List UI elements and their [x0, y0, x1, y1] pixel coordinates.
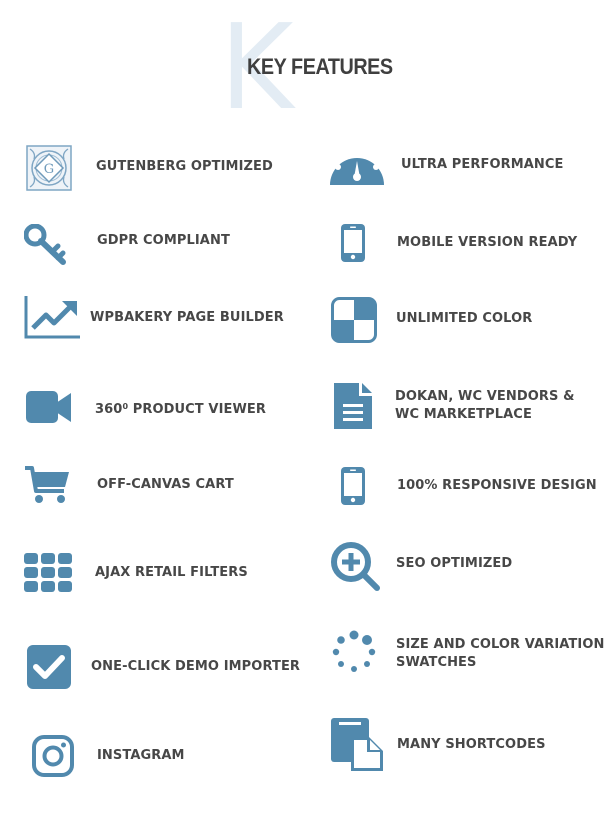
video-camera-icon: [26, 391, 72, 425]
spinner-icon: [331, 630, 377, 678]
feature-label: MOBILE VERSION READY: [397, 235, 578, 250]
feature-label: GDPR COMPLIANT: [97, 233, 230, 248]
label-line-2: WC MARKETPLACE: [395, 407, 532, 422]
feature-label: ULTRA PERFORMANCE: [401, 157, 564, 172]
feature-label: DOKAN, WC VENDORS & WC MARKETPLACE: [395, 388, 575, 424]
feature-label: MANY SHORTCODES: [397, 737, 546, 752]
feature-label: 100% RESPONSIVE DESIGN: [397, 478, 597, 493]
smartphone-icon: [341, 467, 365, 505]
shopping-cart-icon: [24, 465, 70, 505]
label-line-1: SIZE AND COLOR VARIATION: [396, 637, 605, 652]
page-title: KEY FEATURES: [247, 54, 393, 79]
document-icon: [334, 383, 374, 429]
feature-label: SEO OPTIMIZED: [396, 556, 513, 571]
feature-label: INSTAGRAM: [97, 748, 185, 763]
instagram-icon: [32, 735, 74, 777]
feature-label: OFF-CANVAS CART: [97, 477, 234, 492]
feature-label: 3600 PRODUCT VIEWER: [95, 401, 266, 419]
label-line-1: DOKAN, WC VENDORS &: [395, 389, 575, 404]
feature-label: AJAX RETAIL FILTERS: [95, 565, 248, 580]
feature-label: ONE-CLICK DEMO IMPORTER: [91, 659, 301, 674]
feature-label: UNLIMITED COLOR: [396, 311, 533, 326]
zoom-in-icon: [331, 542, 381, 592]
gutenberg-logo-icon: G: [26, 145, 72, 191]
color-swatch-icon: [331, 297, 377, 343]
label-line-2: SWATCHES: [396, 655, 477, 670]
degree-superscript: 0: [122, 402, 129, 411]
feature-label: GUTENBERG OPTIMIZED: [96, 159, 273, 174]
speedometer-icon: [330, 145, 384, 187]
line-chart-icon: [24, 296, 82, 340]
label-rest: PRODUCT VIEWER: [128, 402, 267, 417]
feature-label: SIZE AND COLOR VARIATION SWATCHES: [396, 636, 604, 672]
label-main: 360: [95, 402, 123, 417]
key-icon: [24, 224, 68, 266]
checkbox-icon: [27, 645, 71, 689]
feature-label: WPBAKERY PAGE BUILDER: [90, 310, 284, 325]
grid-icon: [24, 553, 72, 592]
copy-files-icon: [331, 718, 385, 772]
smartphone-icon: [341, 224, 365, 262]
svg-text:G: G: [44, 162, 54, 177]
